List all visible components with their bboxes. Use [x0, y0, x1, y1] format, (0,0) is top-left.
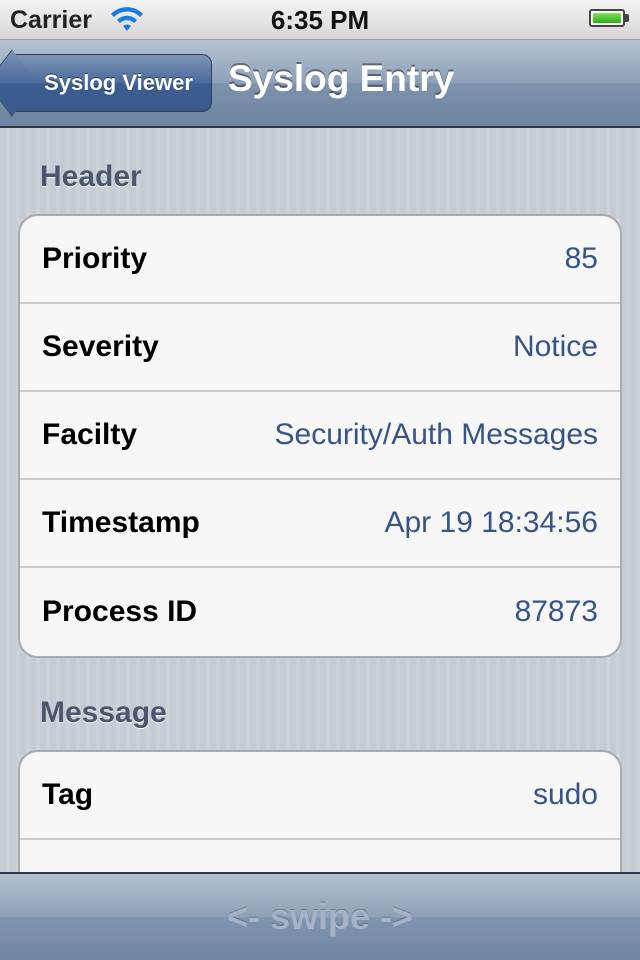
page-title: Syslog Entry	[228, 58, 455, 99]
table-row[interactable]: Facilty Security/Auth Messages	[20, 392, 620, 480]
table-row[interactable]: Tag sudo	[20, 752, 620, 840]
row-value: Security/Auth Messages	[274, 418, 598, 451]
row-label: Severity	[42, 330, 159, 363]
table-row[interactable]: Priority 85	[20, 216, 620, 304]
row-label: Tag	[42, 778, 94, 811]
row-label: Facilty	[42, 418, 138, 451]
status-time: 6:35 PM	[270, 5, 370, 35]
header-group: Priority 85 Severity Notice Facilty Secu…	[18, 214, 622, 658]
section-header-message: Message	[40, 696, 167, 729]
bottom-toolbar[interactable]: <- swipe ->	[0, 872, 640, 960]
battery-tip	[625, 14, 629, 22]
row-value: Apr 19 18:34:56	[384, 506, 598, 539]
back-button[interactable]: Syslog Viewer	[12, 54, 212, 112]
battery-icon	[589, 9, 625, 27]
row-value: Notice	[512, 330, 598, 363]
battery-fill	[593, 13, 621, 23]
swipe-hint: <- swipe ->	[226, 896, 414, 937]
table-row[interactable]: Severity Notice	[20, 304, 620, 392]
row-label: Timestamp	[42, 506, 200, 539]
row-value: sudo	[532, 778, 598, 811]
row-label: Process ID	[42, 595, 198, 628]
row-value: 85	[564, 242, 598, 275]
row-label: Priority	[42, 242, 148, 275]
row-value: 87873	[514, 595, 598, 628]
table-row[interactable]: Timestamp Apr 19 18:34:56	[20, 480, 620, 568]
status-bar: Carrier 6:35 PM	[0, 0, 640, 40]
back-button-label: Syslog Viewer	[44, 70, 193, 95]
table-row[interactable]: Process ID 87873	[20, 568, 620, 656]
navigation-bar: Syslog Viewer Syslog Entry	[0, 40, 640, 128]
section-header-header: Header	[40, 160, 142, 193]
